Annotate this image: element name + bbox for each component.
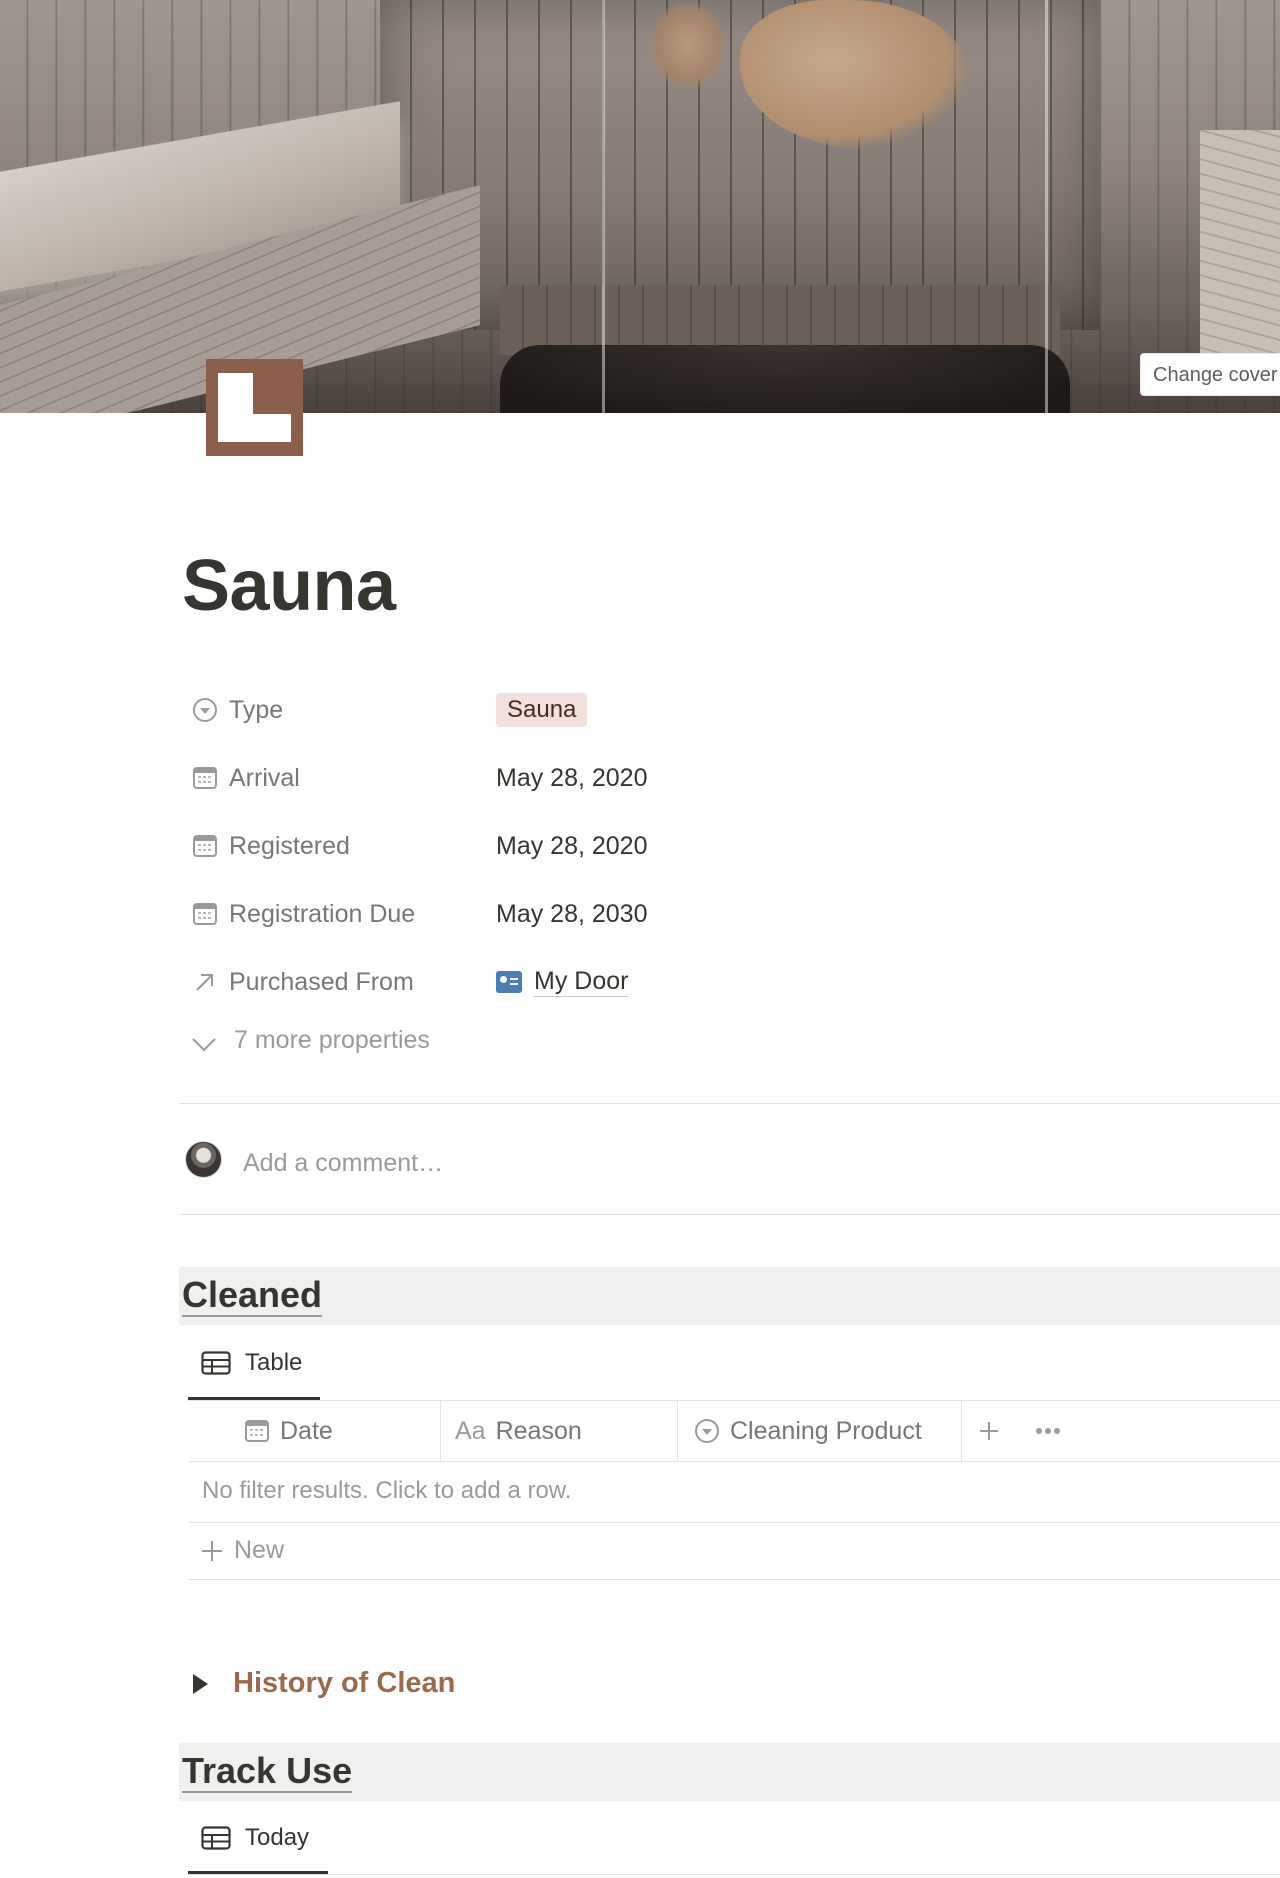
- property-label: Registration Due: [229, 899, 416, 928]
- table-icon: [201, 1826, 231, 1850]
- property-value[interactable]: May 28, 2020: [496, 832, 648, 861]
- cover-bench-right: [1200, 130, 1280, 390]
- cover-map-island: [648, 0, 728, 90]
- tab-today-view[interactable]: Today: [201, 1824, 309, 1852]
- table-header: Date Aa Reason Cleaning Product: [188, 1400, 1280, 1462]
- property-registered[interactable]: Registered May 28, 2020: [180, 812, 1280, 880]
- property-label: Purchased From: [229, 967, 414, 996]
- cover-glass-edge: [602, 0, 605, 413]
- page-title[interactable]: Sauna: [182, 545, 396, 627]
- sauna-page-icon[interactable]: [206, 359, 303, 456]
- property-purchased-from[interactable]: Purchased From My Door: [180, 948, 1280, 1016]
- comment-input[interactable]: Add a comment…: [243, 1149, 443, 1178]
- row-divider: [188, 1579, 1280, 1580]
- divider: [179, 1103, 1280, 1104]
- tab-label: Today: [245, 1824, 310, 1851]
- calendar-icon: [191, 764, 219, 792]
- property-label: Arrival: [229, 763, 300, 792]
- column-label: Reason: [495, 1416, 582, 1445]
- calendar-icon: [191, 900, 219, 928]
- column-divider: [961, 1401, 962, 1461]
- property-arrival[interactable]: Arrival May 28, 2020: [180, 744, 1280, 812]
- property-value[interactable]: Sauna: [496, 693, 588, 727]
- section-track-use: Track Use: [179, 1743, 1280, 1801]
- property-registration-due[interactable]: Registration Due May 28, 2030: [180, 880, 1280, 948]
- plus-icon: [978, 1420, 1000, 1442]
- more-options-button[interactable]: [1035, 1401, 1061, 1461]
- ellipsis-icon: [1035, 1427, 1061, 1435]
- calendar-icon: [244, 1418, 270, 1444]
- property-label: Type: [229, 695, 284, 724]
- property-value[interactable]: May 28, 2020: [496, 764, 648, 793]
- section-heading[interactable]: Track Use: [182, 1751, 353, 1793]
- column-header-date[interactable]: Date: [244, 1401, 333, 1461]
- relation-link[interactable]: My Door: [496, 967, 629, 997]
- column-label: Cleaning Product: [730, 1416, 922, 1445]
- row-divider: [188, 1874, 1280, 1875]
- column-divider: [677, 1401, 678, 1461]
- property-type[interactable]: Type Sauna: [180, 676, 1280, 744]
- new-row-label: New: [234, 1536, 285, 1564]
- calendar-icon: [191, 832, 219, 860]
- type-tag[interactable]: Sauna: [496, 693, 588, 727]
- section-cleaned: Cleaned: [179, 1267, 1280, 1325]
- select-icon: [191, 696, 219, 724]
- text-icon: Aa: [455, 1416, 486, 1445]
- plus-icon: [200, 1539, 224, 1563]
- more-properties-toggle[interactable]: 7 more properties: [234, 1026, 430, 1055]
- empty-table-message[interactable]: No filter results. Click to add a row.: [202, 1477, 571, 1505]
- properties-list: Type Sauna Arrival May 28, 2020 Register…: [180, 676, 1280, 1016]
- toggle-triangle-icon[interactable]: [193, 1674, 208, 1694]
- change-cover-button[interactable]: Change cover: [1140, 353, 1280, 396]
- tab-label: Table: [245, 1349, 303, 1376]
- avatar: [185, 1141, 222, 1178]
- contact-card-icon: [496, 971, 522, 993]
- select-icon: [694, 1418, 720, 1444]
- relation-link-text[interactable]: My Door: [534, 967, 629, 997]
- history-of-clean-toggle[interactable]: History of Clean: [233, 1667, 455, 1700]
- tab-table-view[interactable]: Table: [201, 1349, 302, 1377]
- column-header-cleaning-product[interactable]: Cleaning Product: [694, 1401, 922, 1461]
- row-divider: [188, 1522, 1280, 1523]
- cover-image: [0, 0, 1280, 413]
- column-label: Date: [280, 1416, 333, 1445]
- table-icon: [201, 1351, 231, 1375]
- section-heading[interactable]: Cleaned: [182, 1275, 323, 1317]
- divider: [179, 1214, 1280, 1215]
- cover-glass-edge: [1045, 0, 1048, 413]
- add-column-button[interactable]: [978, 1401, 1000, 1461]
- property-label: Registered: [229, 831, 350, 860]
- property-value[interactable]: May 28, 2030: [496, 900, 648, 929]
- chevron-down-icon[interactable]: [190, 1030, 218, 1058]
- column-divider: [440, 1401, 441, 1461]
- cover-floor: [500, 345, 1070, 413]
- new-row-button[interactable]: New: [200, 1536, 284, 1565]
- column-header-reason[interactable]: Aa Reason: [455, 1401, 582, 1461]
- relation-arrow-icon: [191, 968, 219, 996]
